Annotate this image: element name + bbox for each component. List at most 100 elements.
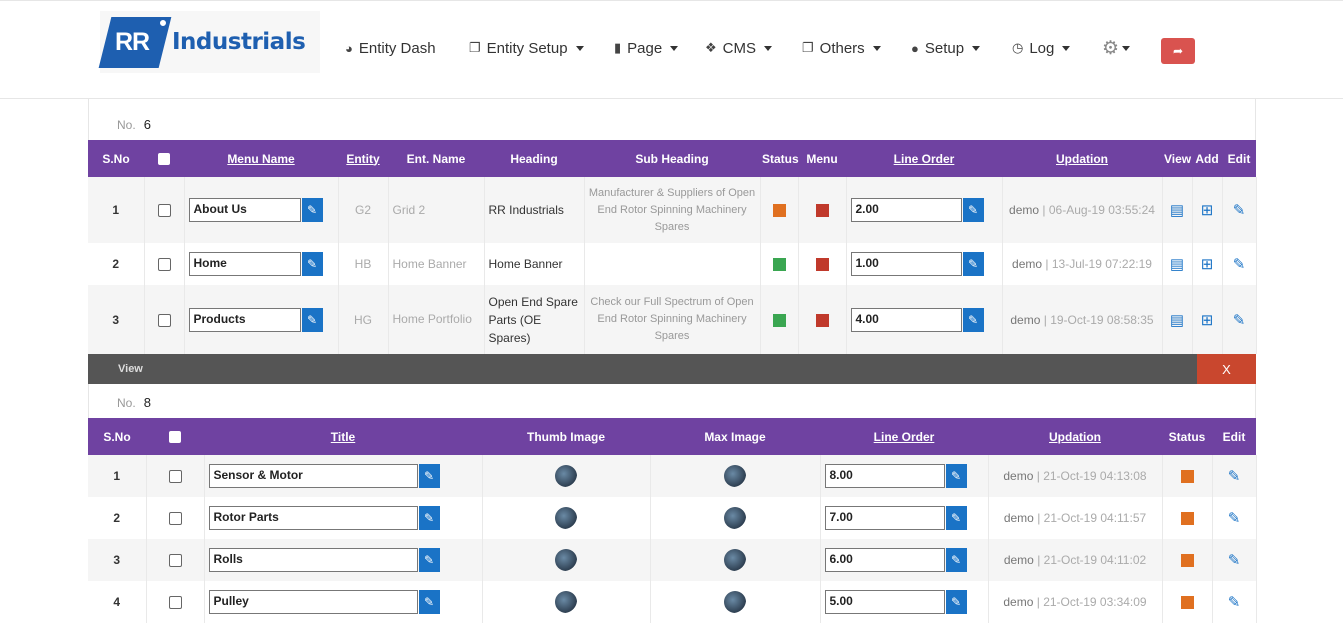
thumb-image[interactable]	[555, 465, 577, 487]
thumb-image[interactable]	[555, 591, 577, 613]
line-order-input[interactable]: 7.00	[824, 506, 945, 530]
view-document-icon[interactable]: ▤	[1170, 312, 1184, 329]
add-plus-icon[interactable]: ⊞	[1201, 312, 1214, 329]
nav-others[interactable]: ❐ Others	[802, 37, 881, 59]
nav-entity-dash[interactable]: ◕ Entity Dash	[345, 37, 436, 59]
add-plus-icon[interactable]: ⊞	[1201, 256, 1214, 273]
row-checkbox[interactable]	[146, 455, 205, 497]
edit-button[interactable]: ✎	[945, 590, 967, 614]
max-image[interactable]	[724, 591, 746, 613]
edit-button[interactable]: ✎	[418, 590, 440, 614]
sub-heading-text: Check our Full Spectrum of Open End Roto…	[584, 285, 761, 354]
table-header-row: S.No Title Thumb Image Max Image Line Or…	[88, 418, 1256, 455]
row-checkbox[interactable]	[144, 243, 185, 285]
status-indicator[interactable]	[1180, 512, 1194, 526]
menu-name-input[interactable]: Products	[188, 307, 301, 332]
view-document-icon[interactable]: ▤	[1170, 202, 1184, 219]
select-all-checkbox[interactable]	[146, 418, 204, 455]
close-view-button[interactable]: X	[1197, 354, 1256, 384]
menu-indicator[interactable]	[815, 258, 829, 272]
status-indicator[interactable]	[772, 204, 786, 218]
edit-button[interactable]: ✎	[945, 464, 967, 488]
table-row: 1 About Us ✎ G2 Grid 2 RR Industrials Man…	[88, 177, 1257, 243]
col-line-order[interactable]: Line Order	[820, 418, 988, 455]
col-title[interactable]: Title	[204, 418, 482, 455]
col-add: Add	[1192, 140, 1222, 177]
row-checkbox[interactable]	[144, 285, 185, 354]
caret-down-icon	[872, 45, 881, 51]
status-indicator[interactable]	[772, 258, 786, 272]
caret-down-icon	[764, 45, 772, 51]
title-input[interactable]: Pulley	[208, 590, 418, 614]
line-order-input[interactable]: 5.00	[824, 590, 945, 614]
record-count-value: 6	[143, 117, 151, 132]
max-image[interactable]	[724, 549, 746, 571]
line-order-input[interactable]: 2.00	[850, 198, 962, 222]
col-menu-name[interactable]: Menu Name	[184, 140, 338, 177]
row-checkbox[interactable]	[146, 497, 205, 539]
user-icon: ●	[911, 40, 919, 56]
updation-info: demo | 21-Oct-19 04:11:57	[988, 497, 1163, 539]
thumb-image[interactable]	[555, 549, 577, 571]
row-checkbox[interactable]	[146, 581, 205, 623]
menu-name-input[interactable]: Home	[188, 252, 301, 276]
edit-button[interactable]: ✎	[945, 548, 967, 572]
status-indicator[interactable]	[1180, 596, 1194, 610]
status-indicator[interactable]	[772, 313, 786, 327]
edit-icon[interactable]: ✎	[1233, 202, 1246, 219]
col-ent-name: Ent. Name	[388, 140, 484, 177]
nav-setup[interactable]: ● Setup	[911, 37, 981, 59]
title-input[interactable]: Sensor & Motor	[208, 464, 418, 488]
status-indicator[interactable]	[1180, 554, 1194, 568]
title-input[interactable]: Rolls	[208, 548, 418, 572]
nav-cms[interactable]: ❖ CMS	[705, 37, 772, 59]
edit-button[interactable]: ✎	[418, 506, 440, 530]
view-document-icon[interactable]: ▤	[1170, 256, 1184, 273]
edit-button[interactable]: ✎	[418, 464, 440, 488]
menu-indicator[interactable]	[815, 204, 829, 218]
menu-indicator[interactable]	[815, 313, 829, 327]
edit-icon: ✎	[423, 469, 435, 483]
title-input[interactable]: Rotor Parts	[208, 506, 418, 530]
edit-icon[interactable]: ✎	[1228, 468, 1241, 485]
max-image[interactable]	[724, 465, 746, 487]
col-updation[interactable]: Updation	[1002, 140, 1162, 177]
status-indicator[interactable]	[1180, 470, 1194, 484]
settings-gear-icon[interactable]: ⚙	[1102, 37, 1131, 60]
edit-button[interactable]: ✎	[945, 506, 967, 530]
edit-button[interactable]: ✎	[962, 198, 984, 222]
edit-button[interactable]: ✎	[962, 252, 984, 276]
row-checkbox[interactable]	[144, 177, 185, 243]
nav-log[interactable]: ◷ Log	[1012, 37, 1071, 59]
clock-icon: ◷	[1012, 40, 1024, 55]
edit-icon: ✎	[306, 203, 318, 217]
logout-button[interactable]: ➦	[1161, 38, 1195, 64]
edit-icon[interactable]: ✎	[1233, 312, 1246, 329]
edit-button[interactable]: ✎	[962, 307, 984, 332]
edit-icon[interactable]: ✎	[1233, 256, 1246, 273]
edit-button[interactable]: ✎	[418, 548, 440, 572]
line-order-input[interactable]: 4.00	[850, 307, 962, 332]
col-line-order[interactable]: Line Order	[846, 140, 1002, 177]
edit-icon[interactable]: ✎	[1228, 552, 1241, 569]
add-plus-icon[interactable]: ⊞	[1201, 202, 1214, 219]
brand-logo[interactable]: RR Industrials	[98, 11, 320, 73]
row-checkbox[interactable]	[146, 539, 205, 581]
line-order-input[interactable]: 6.00	[824, 548, 945, 572]
edit-icon: ✎	[967, 203, 979, 217]
line-order-input[interactable]: 1.00	[850, 252, 962, 276]
nav-entity-setup[interactable]: ❐ Entity Setup	[469, 37, 584, 59]
edit-button[interactable]: ✎	[301, 252, 323, 276]
menu-name-input[interactable]: About Us	[188, 198, 301, 222]
nav-page[interactable]: ▮ Page	[614, 37, 679, 59]
edit-button[interactable]: ✎	[301, 198, 323, 222]
select-all-checkbox[interactable]	[144, 140, 184, 177]
col-entity[interactable]: Entity	[338, 140, 388, 177]
thumb-image[interactable]	[555, 507, 577, 529]
col-updation[interactable]: Updation	[988, 418, 1162, 455]
edit-icon[interactable]: ✎	[1228, 594, 1241, 611]
edit-icon[interactable]: ✎	[1228, 510, 1241, 527]
max-image[interactable]	[724, 507, 746, 529]
line-order-input[interactable]: 8.00	[824, 464, 945, 488]
edit-button[interactable]: ✎	[301, 307, 323, 332]
